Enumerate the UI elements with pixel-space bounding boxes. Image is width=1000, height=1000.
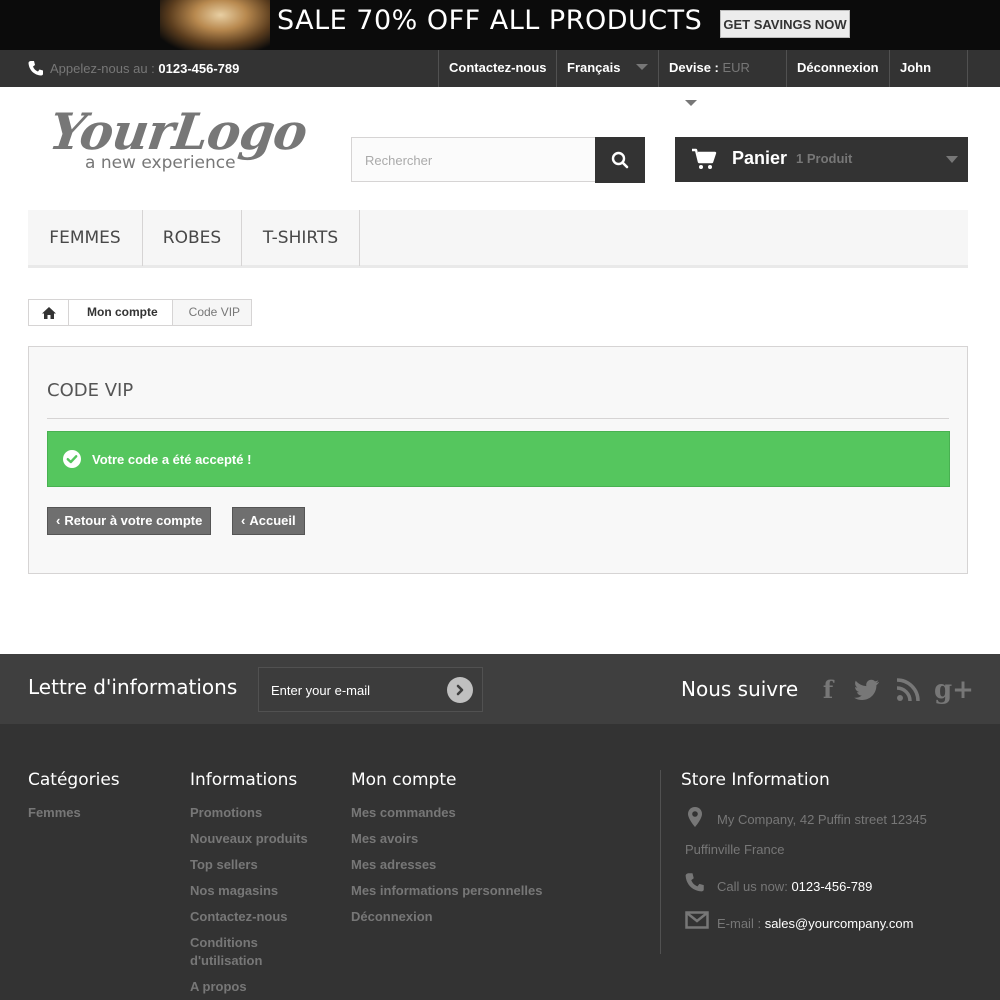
facebook-icon[interactable]: f	[814, 676, 842, 704]
newsletter-title: Lettre d'informations	[28, 675, 238, 699]
footer-link-stores[interactable]: Nos magasins	[190, 882, 278, 900]
back-to-account-label: Retour à votre compte	[64, 513, 203, 528]
store-address: My Company, 42 Puffin street 12345	[717, 812, 927, 827]
chevron-down-icon	[946, 156, 958, 163]
cart-button[interactable]: Panier 1 Produit	[675, 137, 968, 182]
cart-count: 1 Produit	[796, 151, 853, 166]
language-selector[interactable]: Français	[556, 50, 659, 87]
breadcrumb: Mon compte Code VIP	[28, 299, 253, 326]
vip-code-panel: CODE VIP Votre code a été accepté ! ‹ Ret…	[28, 346, 968, 574]
search-input[interactable]: Rechercher	[351, 137, 596, 182]
footer-link-top-sellers[interactable]: Top sellers	[190, 856, 258, 874]
logo-tagline: a new experience	[85, 153, 236, 173]
nav-contact-link[interactable]: Contactez-nous	[438, 50, 557, 87]
breadcrumb-home[interactable]	[29, 300, 69, 325]
informations-title: Informations	[190, 770, 298, 790]
top-nav-bar: Appelez-nous au : 0123-456-789 Contactez…	[0, 50, 1000, 111]
nav-contact-label: Contactez-nous	[449, 60, 547, 75]
footer-link-new-products[interactable]: Nouveaux produits	[190, 830, 308, 848]
menu-item-femmes[interactable]: FEMMES	[28, 210, 143, 266]
chevron-left-icon: ‹	[56, 513, 61, 528]
home-label: Accueil	[249, 513, 296, 528]
banner-headline: SALE 70% OFF ALL PRODUCTS	[277, 5, 703, 36]
store-email-address[interactable]: sales@yourcompany.com	[765, 916, 914, 931]
logout-link[interactable]: Déconnexion	[786, 50, 890, 87]
success-message: Votre code a été accepté !	[92, 452, 252, 467]
footer-link-promotions[interactable]: Promotions	[190, 804, 262, 822]
my-account-title: Mon compte	[351, 770, 457, 790]
check-circle-icon	[63, 450, 81, 468]
envelope-icon	[685, 911, 709, 929]
phone-number: 0123-456-789	[158, 61, 240, 76]
store-email: E-mail : sales@yourcompany.com	[717, 916, 913, 931]
newsletter-submit-button[interactable]	[447, 677, 473, 703]
home-button[interactable]: ‹ Accueil	[232, 507, 305, 535]
main-menu: FEMMES ROBES T-SHIRTS	[28, 210, 968, 268]
footer-divider	[660, 770, 661, 954]
store-email-label: E-mail :	[717, 916, 762, 931]
phone-icon	[685, 873, 704, 892]
user-name: John Doe	[900, 60, 932, 111]
store-info-title: Store Information	[681, 770, 830, 790]
site-footer: Catégories Femmes Informations Promotion…	[0, 724, 1000, 1000]
footer-link-femmes[interactable]: Femmes	[28, 804, 81, 822]
footer-link-personal-info[interactable]: Mes informations personnelles	[351, 882, 542, 900]
banner-model-photo	[160, 0, 270, 50]
follow-us-title: Nous suivre	[681, 677, 799, 701]
phone-icon	[28, 61, 43, 76]
rss-icon[interactable]	[894, 676, 922, 704]
chevron-down-icon	[685, 100, 697, 106]
footer-link-terms[interactable]: Conditions d'utilisation	[190, 934, 300, 970]
title-divider	[47, 418, 949, 419]
breadcrumb-account[interactable]: Mon compte	[69, 300, 173, 325]
store-phone-number[interactable]: 0123-456-789	[791, 879, 872, 894]
footer-link-orders[interactable]: Mes commandes	[351, 804, 456, 822]
google-plus-icon[interactable]: g+	[934, 676, 974, 704]
footer-link-contact[interactable]: Contactez-nous	[190, 908, 288, 926]
menu-item-tshirts[interactable]: T-SHIRTS	[242, 210, 360, 266]
menu-item-robes[interactable]: ROBES	[143, 210, 242, 266]
twitter-icon[interactable]	[853, 676, 881, 704]
chevron-down-icon	[636, 64, 649, 70]
footer-link-addresses[interactable]: Mes adresses	[351, 856, 436, 874]
footer-link-logout[interactable]: Déconnexion	[351, 908, 433, 926]
search-icon	[611, 151, 629, 169]
user-account-link[interactable]: John Doe	[889, 50, 968, 111]
chevron-right-icon	[456, 684, 464, 696]
search-button[interactable]	[595, 137, 645, 183]
categories-title: Catégories	[28, 770, 120, 790]
language-label: Français	[567, 60, 621, 75]
phone-prefix: Appelez-nous au :	[50, 61, 159, 76]
back-to-account-button[interactable]: ‹ Retour à votre compte	[47, 507, 212, 535]
breadcrumb-current: Code VIP	[188, 305, 241, 319]
currency-label: Devise :	[669, 60, 719, 75]
site-logo[interactable]: YourLogo a new experience	[46, 102, 311, 178]
success-alert: Votre code a été accepté !	[47, 431, 950, 487]
cart-label: Panier	[732, 148, 788, 168]
store-phone-label: Call us now:	[717, 879, 788, 894]
promo-banner[interactable]: SALE 70% OFF ALL PRODUCTS GET SAVINGS NO…	[0, 0, 1000, 50]
cart-icon	[692, 148, 717, 169]
logout-label: Déconnexion	[797, 60, 879, 75]
page-title: CODE VIP	[47, 380, 134, 401]
currency-selector[interactable]: Devise : EUR	[658, 50, 787, 106]
currency-value: EUR	[722, 60, 750, 75]
home-icon	[41, 306, 56, 319]
chevron-left-icon: ‹	[241, 513, 246, 528]
footer-link-about[interactable]: A propos	[190, 978, 247, 996]
newsletter-bar: Lettre d'informations Enter your e-mail …	[0, 654, 1000, 724]
get-savings-button[interactable]: GET SAVINGS NOW	[720, 10, 850, 38]
nav-phone: Appelez-nous au : 0123-456-789	[28, 50, 239, 87]
store-address-city: Puffinville France	[685, 842, 785, 857]
map-marker-icon	[688, 807, 702, 827]
footer-link-credit-slips[interactable]: Mes avoirs	[351, 830, 418, 848]
store-phone: Call us now: 0123-456-789	[717, 879, 872, 894]
